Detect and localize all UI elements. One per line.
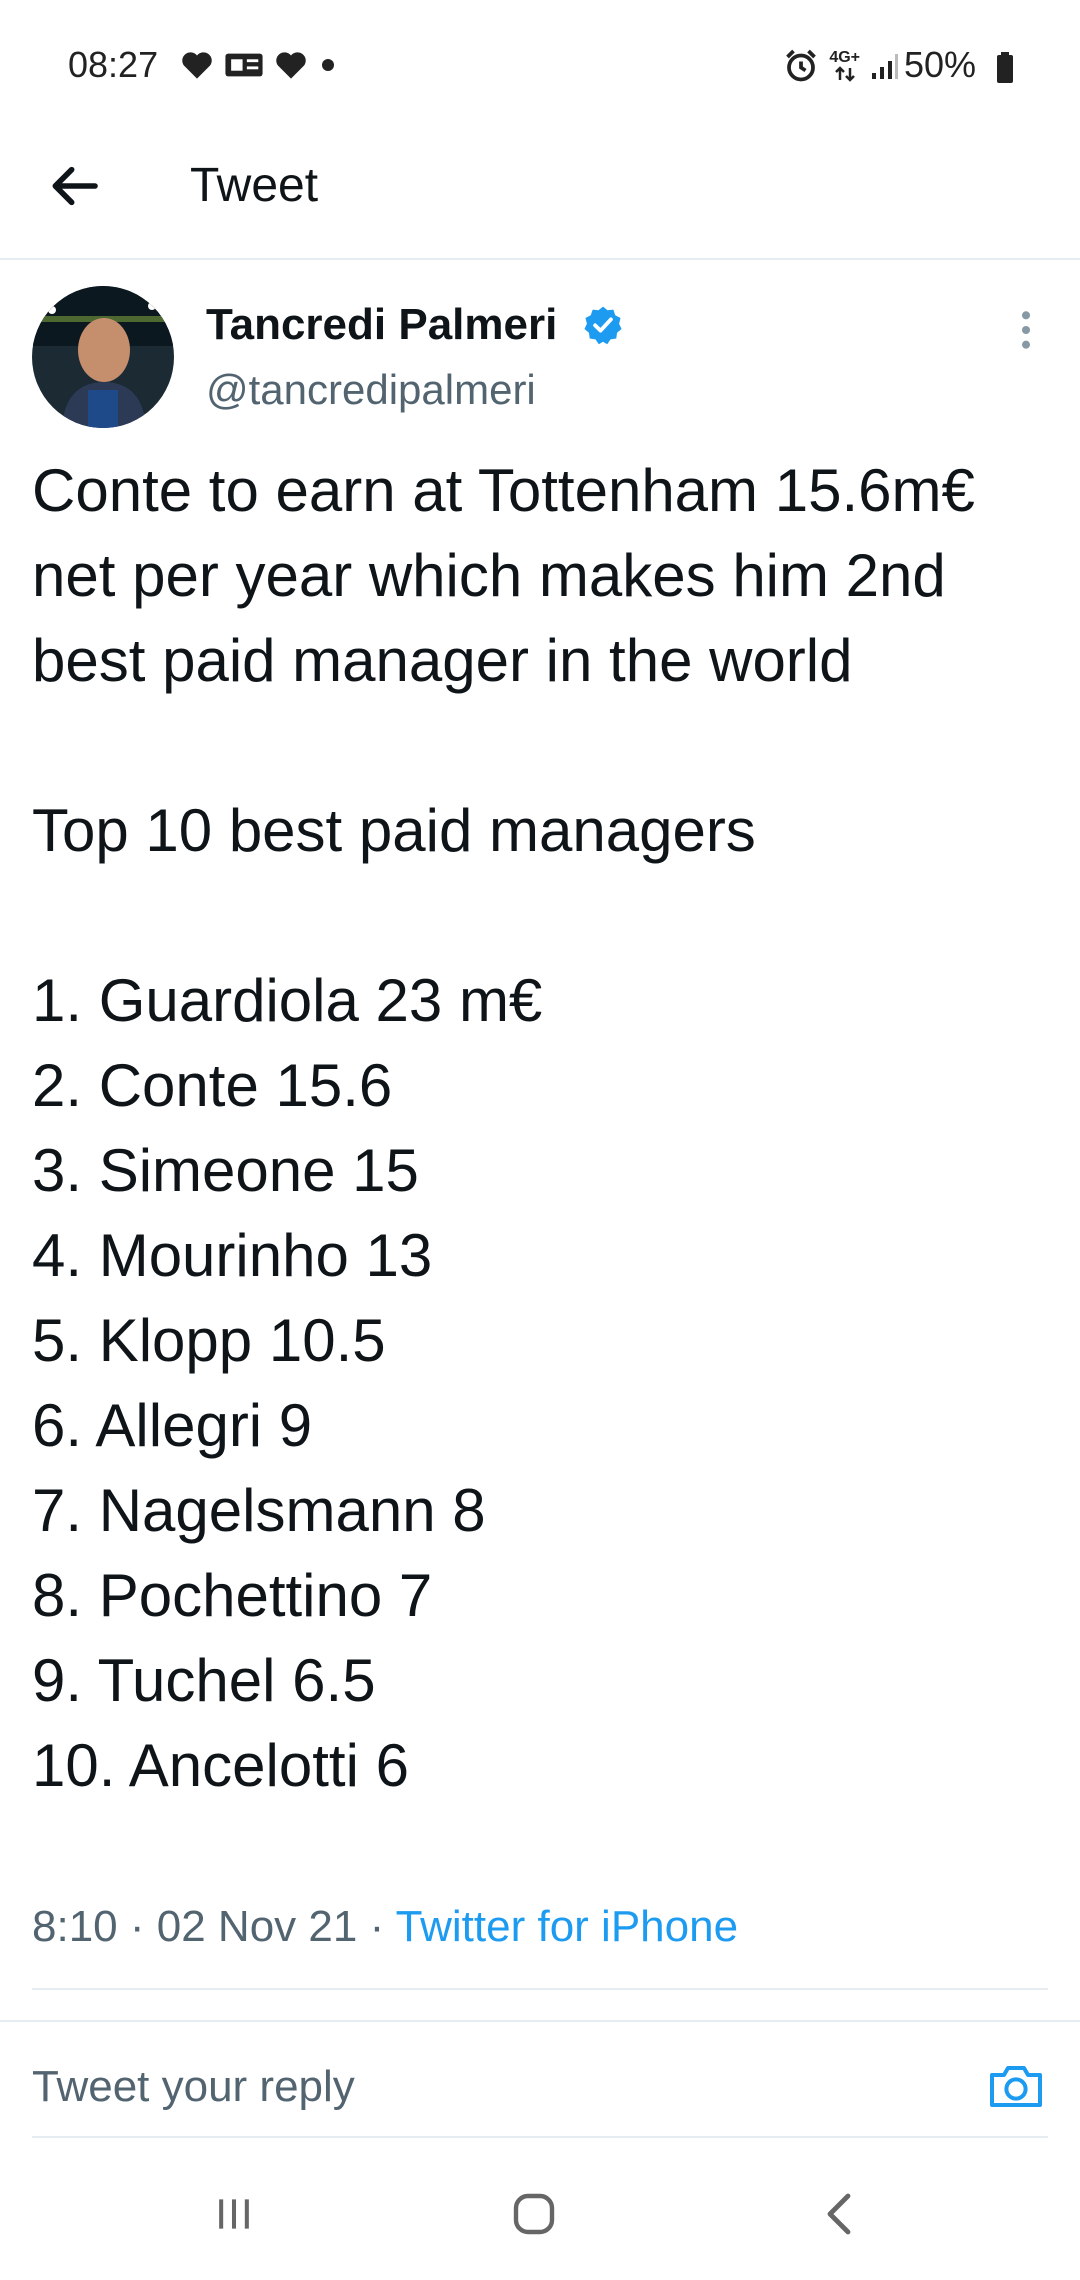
back-arrow-icon[interactable]: [46, 158, 102, 214]
dot-icon: [322, 59, 334, 71]
meta-separator: ·: [129, 1902, 145, 1951]
tweet-text: Conte to earn at Tottenham 15.6m€ net pe…: [32, 457, 975, 1799]
network-label: 4G+: [829, 49, 860, 66]
home-icon[interactable]: [510, 2190, 558, 2238]
heart-icon: [182, 52, 212, 79]
more-options-icon[interactable]: [1014, 308, 1038, 352]
signal-icon: [872, 54, 898, 79]
status-right-icons: 4G+: [783, 48, 900, 84]
heart-icon: [276, 52, 306, 79]
alarm-icon: [786, 49, 817, 82]
ticket-icon: [225, 53, 263, 77]
avatar-image: [32, 286, 174, 428]
battery-percent: 50%: [903, 44, 976, 85]
tweet-source-link[interactable]: Twitter for iPhone: [396, 1902, 738, 1951]
author-name[interactable]: Tancredi Palmeri: [206, 300, 557, 350]
status-left-icons: [180, 50, 338, 80]
reply-input[interactable]: Tweet your reply: [32, 2062, 355, 2112]
reply-divider-top: [0, 2020, 1080, 2022]
back-icon[interactable]: [820, 2190, 860, 2238]
recent-apps-icon[interactable]: [212, 2192, 256, 2236]
tweet-time: 8:10: [32, 1902, 118, 1951]
network-arrows-icon: [834, 66, 855, 82]
tweet-date: 02 Nov 21: [156, 1902, 358, 1951]
meta-divider: [32, 1988, 1048, 1990]
battery-icon: [997, 52, 1013, 83]
avatar[interactable]: [32, 286, 174, 428]
reply-divider-bottom: [32, 2136, 1048, 2138]
author-handle[interactable]: @tancredipalmeri: [206, 366, 536, 414]
tweet-meta: 8:10 · 02 Nov 21 · Twitter for iPhone: [32, 1902, 738, 1952]
network-type: 4G+: [829, 50, 860, 82]
camera-icon[interactable]: [988, 2060, 1044, 2110]
page-title: Tweet: [190, 159, 319, 212]
status-time: 08:27: [68, 44, 159, 85]
header-divider: [0, 258, 1080, 260]
verified-badge-icon: [584, 306, 622, 345]
meta-separator: ·: [369, 1902, 385, 1951]
